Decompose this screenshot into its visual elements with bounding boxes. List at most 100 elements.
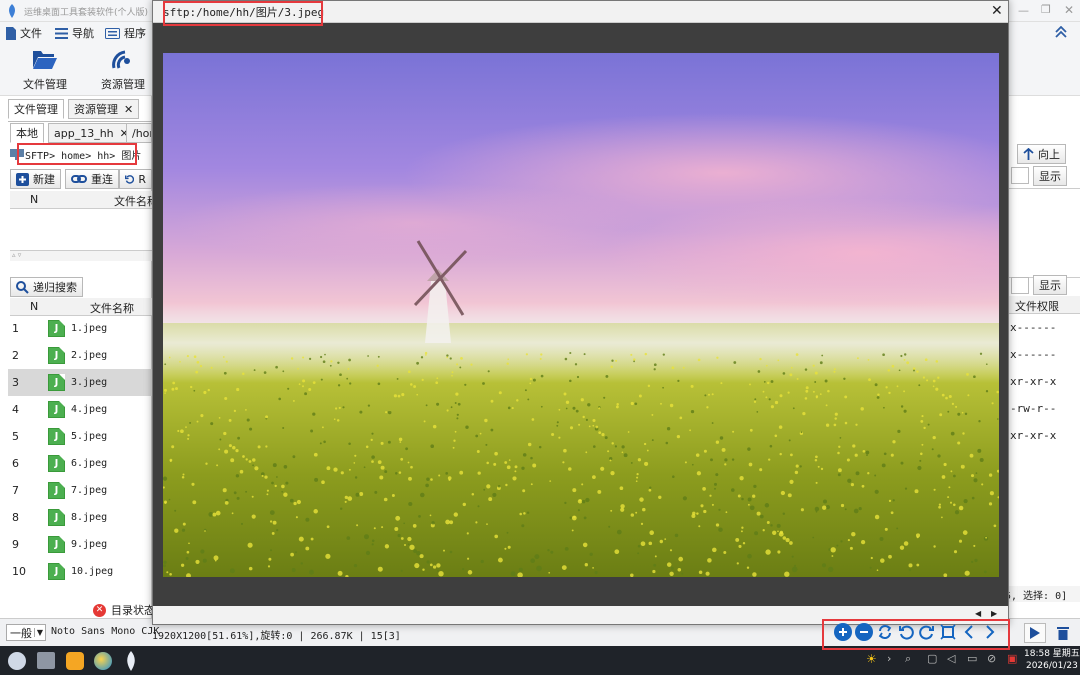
chat-icon[interactable]: ▢	[927, 652, 937, 665]
tab-remote-session[interactable]: app_13_hh ✕	[48, 123, 135, 143]
landscape-photo	[163, 53, 999, 577]
trash-button[interactable]	[1052, 623, 1074, 643]
perm-cell: xr-xr-x	[1010, 375, 1057, 388]
show-button-2[interactable]: 显示	[1033, 275, 1067, 295]
table-row[interactable]: 9 J 9.jpeg	[8, 531, 152, 558]
table-row[interactable]: 7 J 7.jpeg	[8, 477, 152, 504]
app-title: 运维桌面工具套装软件(个人版)	[24, 8, 149, 18]
viewer-file-path: sftp:/home/hh/图片/3.jpeg	[163, 6, 325, 19]
image-preview[interactable]	[163, 53, 999, 577]
font-selector[interactable]: Noto Sans Mono CJK	[51, 626, 159, 637]
search-icon	[16, 280, 29, 294]
table-row[interactable]: 2 J 2.jpeg	[8, 342, 152, 369]
up-button[interactable]: 向上	[1017, 144, 1066, 164]
remote-upper-table[interactable]	[1005, 188, 1080, 278]
tab-resource-manager[interactable]: 资源管理 ✕	[68, 99, 140, 119]
keyboard-tray-icon[interactable]: ▭	[967, 652, 977, 665]
upper-table-body[interactable]	[10, 209, 152, 251]
jpeg-file-icon: J	[48, 536, 65, 553]
file-name: 8.jpeg	[71, 512, 108, 523]
scroll-right-icon[interactable]: ▶	[991, 609, 997, 618]
multitask-view-icon[interactable]	[37, 652, 55, 669]
refresh-button[interactable]: R	[119, 169, 152, 189]
browser-icon[interactable]	[94, 652, 112, 670]
table-row[interactable]: 4 J 4.jpeg	[8, 396, 152, 423]
network-off-icon[interactable]: ⊘	[987, 652, 996, 665]
menu-file[interactable]: 文件	[6, 25, 42, 41]
jpeg-file-icon: J	[48, 563, 65, 580]
image-info: 1920X1200[51.61%],旋转:0 | 266.87K | 15[3]	[152, 631, 401, 642]
previous-image-button[interactable]	[960, 623, 978, 641]
jpeg-file-icon: J	[48, 509, 65, 526]
recursive-search-button[interactable]: 递归搜索	[10, 277, 83, 297]
path-input[interactable]	[1011, 167, 1029, 184]
show-button[interactable]: 显示	[1033, 166, 1067, 186]
tab-file-manager[interactable]: 文件管理	[8, 99, 64, 119]
plus-icon	[839, 628, 847, 636]
search-tray-icon[interactable]: ⌕	[905, 652, 911, 666]
link-icon	[71, 175, 87, 183]
close-tab-icon[interactable]: ✕	[124, 103, 133, 116]
chevron-right-icon[interactable]: ›	[887, 652, 891, 665]
rotate-right-icon	[919, 625, 934, 640]
arrow-up-icon	[1023, 148, 1034, 160]
breadcrumb[interactable]: SFTP> home> hh> 图片	[10, 147, 141, 162]
reconnect-button[interactable]: 重连	[65, 169, 119, 189]
hamburger-icon	[55, 27, 68, 39]
app-launcher-icon[interactable]	[66, 652, 84, 670]
zoom-in-button[interactable]	[834, 623, 852, 641]
plus-square-icon	[16, 172, 29, 186]
menu-nav[interactable]: 导航	[55, 25, 94, 41]
directory-status: ✕ 目录状态	[93, 602, 155, 618]
brightness-icon[interactable]: ☀	[866, 652, 877, 666]
filter-input[interactable]	[1011, 277, 1029, 294]
ops-tool-taskbar-icon[interactable]	[124, 651, 138, 671]
row-number: 10	[12, 565, 26, 578]
resource-manager-button[interactable]: 资源管理	[88, 48, 158, 92]
close-window-icon[interactable]: ✕	[1064, 3, 1074, 17]
minimize-icon[interactable]: —	[1018, 4, 1029, 17]
collapse-up-icon[interactable]	[1055, 26, 1067, 38]
table-row[interactable]: 3 J 3.jpeg	[8, 369, 152, 396]
notification-icon[interactable]: ▣	[1007, 652, 1017, 665]
rotate-right-button[interactable]	[918, 623, 936, 641]
table-row[interactable]: 8 J 8.jpeg	[8, 504, 152, 531]
row-number: 4	[12, 403, 19, 416]
row-number: 1	[12, 322, 19, 335]
start-menu-icon[interactable]	[8, 652, 26, 670]
row-number: 2	[12, 349, 19, 362]
play-button[interactable]	[1024, 623, 1046, 643]
file-name: 1.jpeg	[71, 323, 108, 334]
menu-program[interactable]: 程序	[105, 25, 146, 41]
jpeg-file-icon: J	[48, 374, 65, 391]
clock[interactable]: 18:58 星期五 2026/01/23	[1024, 648, 1080, 672]
fit-window-button[interactable]	[939, 623, 957, 641]
table-row[interactable]: 1 J 1.jpeg	[8, 315, 152, 342]
viewer-title-bar: sftp:/home/hh/图片/3.jpeg ✕	[153, 1, 1008, 23]
chevron-down-icon[interactable]: ▼	[33, 628, 45, 637]
row-number: 5	[12, 430, 19, 443]
rotate-left-button[interactable]	[897, 623, 915, 641]
close-viewer-icon[interactable]: ✕	[991, 3, 1003, 19]
zoom-out-button[interactable]	[855, 623, 873, 641]
file-name: 2.jpeg	[71, 350, 108, 361]
new-button[interactable]: 新建	[10, 169, 61, 189]
file-manager-button[interactable]: 文件管理	[10, 48, 80, 92]
row-number: 6	[12, 457, 19, 470]
next-image-button[interactable]	[981, 623, 999, 641]
divider	[8, 121, 152, 122]
tab-local[interactable]: 本地	[10, 123, 44, 143]
splitter-handle[interactable]: ▵ ▿	[10, 251, 152, 261]
rotate-left-icon	[899, 625, 914, 640]
tab-remote-path[interactable]: /hor	[126, 123, 152, 143]
log-level-select[interactable]: 一般 ▼	[6, 624, 46, 641]
table-row[interactable]: 5 J 5.jpeg	[8, 423, 152, 450]
volume-icon[interactable]: ◁	[947, 652, 955, 665]
row-number: 3	[12, 376, 19, 389]
table-row[interactable]: 10 J 10.jpeg	[8, 558, 152, 585]
scroll-left-icon[interactable]: ◀	[975, 609, 981, 618]
refresh-image-button[interactable]	[876, 623, 894, 641]
table-row[interactable]: 6 J 6.jpeg	[8, 450, 152, 477]
maximize-icon[interactable]: ❐	[1041, 3, 1051, 16]
document-icon	[6, 26, 16, 40]
